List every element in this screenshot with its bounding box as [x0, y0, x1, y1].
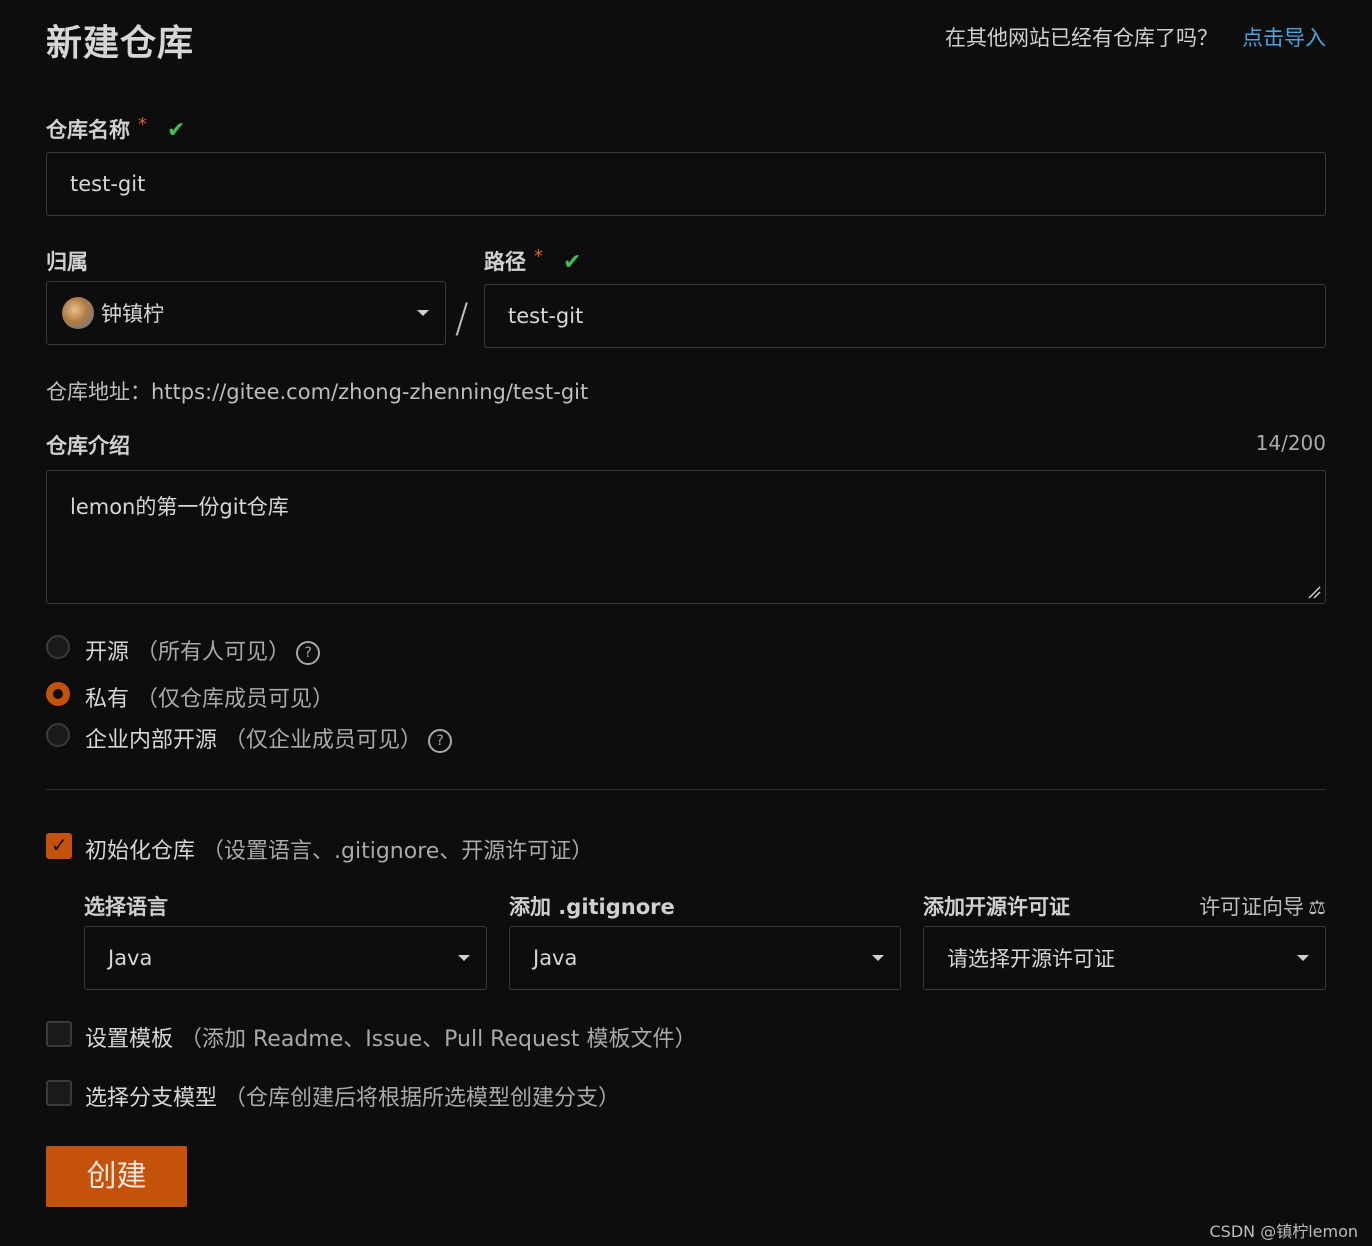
description-textarea[interactable]: lemon的第一份git仓库: [46, 470, 1326, 604]
path-input[interactable]: test-git: [484, 284, 1326, 348]
avatar: [62, 297, 94, 329]
chevron-down-icon: [417, 310, 429, 316]
description-counter: 14/200: [1255, 431, 1326, 455]
visibility-sub-public: （所有人可见）: [136, 640, 291, 665]
template-sub: （添加 Readme、Issue、Pull Request 模板文件）: [180, 1027, 697, 1052]
path-separator: /: [455, 296, 469, 342]
visibility-label-private: 私有: [85, 687, 130, 712]
chevron-down-icon: [872, 955, 884, 961]
template-label: 设置模板: [85, 1027, 174, 1052]
help-icon[interactable]: ?: [296, 641, 321, 665]
check-icon: ✔: [167, 118, 186, 143]
repo-name-value: test-git: [70, 172, 146, 196]
import-link[interactable]: 点击导入: [1242, 22, 1326, 52]
page-title: 新建仓库: [46, 23, 195, 64]
license-select[interactable]: 请选择开源许可证: [923, 926, 1326, 990]
template-checkbox[interactable]: [46, 1021, 72, 1047]
repo-name-label-row: 仓库名称 * ✔: [46, 114, 185, 144]
license-value: 请选择开源许可证: [947, 947, 1115, 971]
owner-value: 钟镇柠: [101, 302, 164, 326]
language-select[interactable]: Java: [84, 926, 487, 990]
visibility-sub-private: （仅仓库成员可见）: [136, 687, 335, 712]
repo-address: 仓库地址：https://gitee.com/zhong-zhenning/te…: [46, 380, 589, 404]
checkmark-icon: ✓: [51, 833, 68, 857]
init-repo-checkbox[interactable]: ✓: [46, 833, 72, 859]
radio-public[interactable]: [46, 635, 70, 659]
resize-handle-icon[interactable]: [1307, 585, 1321, 599]
chevron-down-icon: [1297, 955, 1309, 961]
path-value: test-git: [508, 304, 584, 328]
gitignore-select[interactable]: Java: [509, 926, 901, 990]
import-question: 在其他网站已经有仓库了吗？: [945, 26, 1218, 50]
path-label-row: 路径 * ✔: [484, 246, 581, 276]
create-button[interactable]: 创建: [46, 1146, 187, 1207]
visibility-label-public: 开源: [85, 640, 130, 665]
gitignore-value: Java: [533, 946, 578, 970]
radio-internal[interactable]: [46, 723, 70, 747]
check-icon: ✔: [563, 250, 582, 275]
init-repo-sub: （设置语言、.gitignore、开源许可证）: [202, 839, 594, 864]
init-repo-label: 初始化仓库: [85, 839, 196, 864]
license-guide-link[interactable]: 许可证向导 ⚖: [1199, 891, 1326, 921]
owner-select[interactable]: 钟镇柠: [46, 281, 446, 345]
required-star: *: [138, 114, 147, 135]
description-label: 仓库介绍: [46, 434, 130, 458]
gitignore-label: 添加 .gitignore: [509, 895, 675, 919]
branch-model-label: 选择分支模型: [85, 1086, 218, 1111]
license-guide-text: 许可证向导: [1199, 895, 1305, 919]
license-label: 添加开源许可证: [923, 895, 1070, 919]
section-divider: [46, 789, 1326, 790]
watermark: CSDN @镇柠lemon: [1209, 1222, 1358, 1241]
visibility-sub-internal: （仅企业成员可见）: [224, 728, 423, 753]
path-label: 路径: [484, 250, 526, 274]
visibility-label-internal: 企业内部开源: [85, 728, 218, 753]
chevron-down-icon: [458, 955, 470, 961]
repo-name-label: 仓库名称: [46, 118, 130, 142]
repo-name-input[interactable]: test-git: [46, 152, 1326, 216]
language-label: 选择语言: [84, 895, 168, 919]
description-value: lemon的第一份git仓库: [70, 495, 289, 519]
help-icon[interactable]: ?: [428, 729, 453, 753]
required-star: *: [534, 246, 543, 267]
branch-model-sub: （仓库创建后将根据所选模型创建分支）: [224, 1086, 621, 1111]
branch-model-checkbox[interactable]: [46, 1080, 72, 1106]
owner-label: 归属: [46, 250, 88, 274]
radio-private[interactable]: [46, 682, 70, 706]
scale-icon: ⚖: [1308, 895, 1326, 919]
language-value: Java: [108, 946, 153, 970]
